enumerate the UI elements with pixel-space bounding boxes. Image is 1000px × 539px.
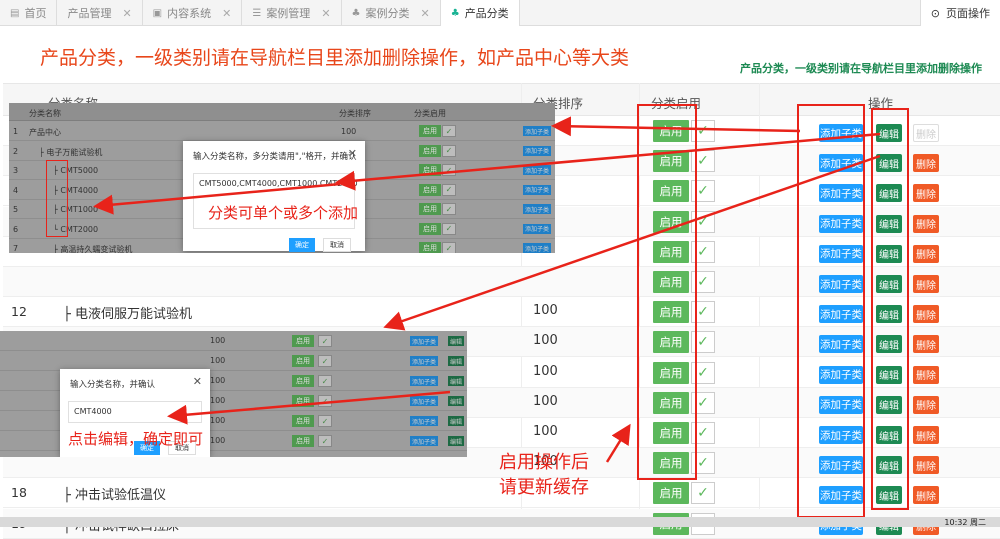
- os-taskbar: [0, 517, 1000, 527]
- arrow-to-edit-input: [167, 390, 451, 425]
- annotation-arrows: [93, 116, 881, 463]
- taskbar-clock: 10:32 周二: [944, 518, 986, 527]
- arrow-edit-to-overlay: [383, 154, 881, 331]
- arrow-to-enable-column: [605, 423, 631, 463]
- arrow-add-to-dialog: [335, 132, 881, 191]
- arrow-dialog-to-children: [93, 182, 341, 215]
- arrow-add-to-overlay: [551, 116, 801, 137]
